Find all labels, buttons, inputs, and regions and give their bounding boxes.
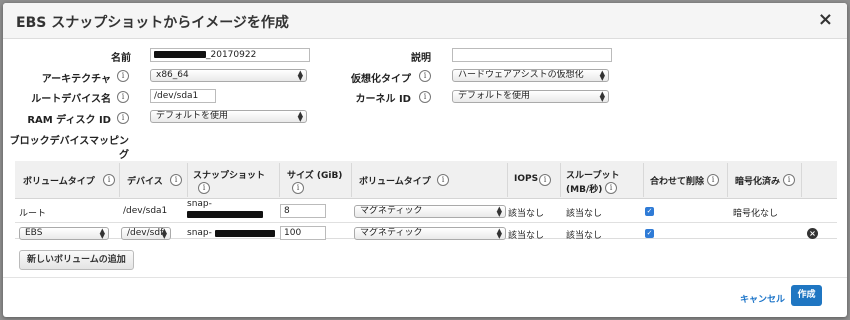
block-device-label-wrap: グ <box>119 150 129 161</box>
dialog-title: EBS スナップショットからイメージを作成 <box>16 15 289 31</box>
architecture-select-value: x86_64 <box>156 70 189 80</box>
row-snapshot-prefix: snap- <box>187 228 212 238</box>
ramdisk-select-value: デフォルトを使用 <box>156 111 229 121</box>
create-button[interactable]: 作成 <box>791 285 822 306</box>
header-delete-on-termination: 合わせて削除 <box>650 177 705 187</box>
column-divider <box>279 163 280 197</box>
create-image-dialog: EBS スナップショットからイメージを作成 × 名前 _20170922 説明 … <box>3 3 847 317</box>
dialog-header: EBS スナップショットからイメージを作成 × <box>3 3 847 39</box>
chevron-updown-icon: ▲ ▼ <box>496 205 502 218</box>
redacted-snapshot-id <box>187 211 263 218</box>
ebs-volume-type-value: マグネティック <box>360 228 423 238</box>
chevron-updown-icon: ▲ ▼ <box>599 69 605 82</box>
header-size: サイズ (GiB) <box>287 171 343 181</box>
kernel-select[interactable]: デフォルトを使用 ▲ ▼ <box>452 90 609 103</box>
virtualization-label: 仮想化タイプ <box>351 74 411 85</box>
root-device-input[interactable]: /dev/sda1 <box>150 89 216 103</box>
volume-table: ボリュームタイプ i デバイス i スナップショット i サイズ (GiB) i… <box>15 161 837 241</box>
throughput-info-icon[interactable]: i <box>605 182 617 194</box>
delete-info-icon[interactable]: i <box>707 174 719 186</box>
column-divider <box>119 163 120 197</box>
header-snapshot: スナップショット <box>193 171 266 181</box>
chevron-updown-icon: ▲ ▼ <box>496 227 502 240</box>
ramdisk-select[interactable]: デフォルトを使用 ▲ ▼ <box>150 110 307 123</box>
row-iops: 該当なし <box>508 209 545 219</box>
architecture-select[interactable]: x86_64 ▲ ▼ <box>150 69 307 82</box>
header-throughput-unit: (MB/秒) <box>566 185 603 195</box>
footer-divider <box>3 277 847 278</box>
delete-on-termination-checkbox[interactable]: ✓ <box>645 207 654 216</box>
device-info-icon[interactable]: i <box>170 174 182 186</box>
header-throughput: スループット <box>566 171 620 181</box>
name-input-suffix: _20170922 <box>206 50 257 60</box>
table-row: EBS ▲ ▼ /dev/sdf ▲ ▼ snap- 100 マグネティック ▲ ▼ … <box>15 223 837 243</box>
redacted-snapshot-id <box>215 230 275 237</box>
ebs-volume-type-select[interactable]: マグネティック ▲ ▼ <box>354 227 506 240</box>
column-divider <box>187 163 188 197</box>
kernel-info-icon[interactable]: i <box>419 91 431 103</box>
virtualization-info-icon[interactable]: i <box>419 70 431 82</box>
ebs-volume-type-value: マグネティック <box>360 206 423 216</box>
architecture-info-icon[interactable]: i <box>117 70 129 82</box>
volume-type-info-icon[interactable]: i <box>103 174 115 186</box>
header-ebs-volume-type: ボリュームタイプ <box>359 177 431 187</box>
table-header: ボリュームタイプ i デバイス i スナップショット i サイズ (GiB) i… <box>15 161 837 199</box>
root-device-label: ルートデバイス名 <box>31 94 111 105</box>
delete-on-termination-checkbox[interactable]: ✓ <box>645 229 654 238</box>
column-divider <box>507 163 508 197</box>
kernel-select-value: デフォルトを使用 <box>458 91 531 101</box>
description-input[interactable] <box>452 48 612 62</box>
row-snapshot-prefix: snap- <box>187 199 212 209</box>
snapshot-info-icon[interactable]: i <box>198 182 210 194</box>
root-device-info-icon[interactable]: i <box>117 91 129 103</box>
volume-type-select[interactable]: EBS ▲ ▼ <box>19 227 109 240</box>
iops-info-icon[interactable]: i <box>539 174 551 186</box>
device-select-value: /dev/sdf <box>127 228 164 238</box>
redacted-name <box>154 51 206 58</box>
cancel-button[interactable]: キャンセル <box>740 292 785 305</box>
architecture-label: アーキテクチャ <box>41 74 111 85</box>
row-throughput: 該当なし <box>566 231 603 241</box>
row-volume-type: ルート <box>19 209 47 219</box>
remove-volume-icon[interactable]: × <box>807 228 818 239</box>
virtualization-select[interactable]: ハードウェアアシストの仮想化 ▲ ▼ <box>452 69 609 82</box>
name-label: 名前 <box>111 53 131 64</box>
encrypted-info-icon[interactable]: i <box>783 174 795 186</box>
chevron-updown-icon: ▲ ▼ <box>297 69 303 82</box>
header-volume-type: ボリュームタイプ <box>23 177 95 187</box>
row-throughput: 該当なし <box>566 209 603 219</box>
column-divider <box>351 163 352 197</box>
block-device-label: ブロックデバイスマッピン <box>9 136 129 147</box>
volume-type-select-value: EBS <box>25 228 43 238</box>
virtualization-select-value: ハードウェアアシストの仮想化 <box>458 70 584 80</box>
row-device: /dev/sda1 <box>123 206 168 216</box>
column-divider <box>643 163 644 197</box>
ramdisk-label: RAM ディスク ID <box>27 115 111 126</box>
ebs-volume-type-info-icon[interactable]: i <box>437 174 449 186</box>
column-divider <box>727 163 728 197</box>
name-input[interactable]: _20170922 <box>150 48 310 62</box>
ebs-volume-type-select[interactable]: マグネティック ▲ ▼ <box>354 205 506 218</box>
header-encrypted: 暗号化済み <box>735 177 781 187</box>
close-icon[interactable]: × <box>818 10 833 30</box>
ramdisk-info-icon[interactable]: i <box>117 112 129 124</box>
size-info-icon[interactable]: i <box>292 182 304 194</box>
header-iops: IOPS <box>514 174 539 184</box>
chevron-updown-icon: ▲ ▼ <box>599 90 605 103</box>
column-divider <box>801 163 802 197</box>
add-volume-button[interactable]: 新しいボリュームの追加 <box>19 250 134 270</box>
size-input[interactable]: 100 <box>280 226 326 240</box>
row-iops: 該当なし <box>508 231 545 241</box>
header-device: デバイス <box>127 177 163 187</box>
size-input[interactable]: 8 <box>280 204 326 218</box>
table-row: ルート /dev/sda1 snap- 8 マグネティック ▲ ▼ 該当なし 該当… <box>15 199 837 221</box>
kernel-label: カーネル ID <box>355 94 411 105</box>
description-label: 説明 <box>411 53 431 64</box>
column-divider <box>560 163 561 197</box>
chevron-updown-icon: ▲ ▼ <box>161 227 167 240</box>
row-encrypted: 暗号化なし <box>733 209 779 219</box>
chevron-updown-icon: ▲ ▼ <box>99 227 105 240</box>
chevron-updown-icon: ▲ ▼ <box>297 110 303 123</box>
device-select[interactable]: /dev/sdf ▲ ▼ <box>121 227 171 240</box>
